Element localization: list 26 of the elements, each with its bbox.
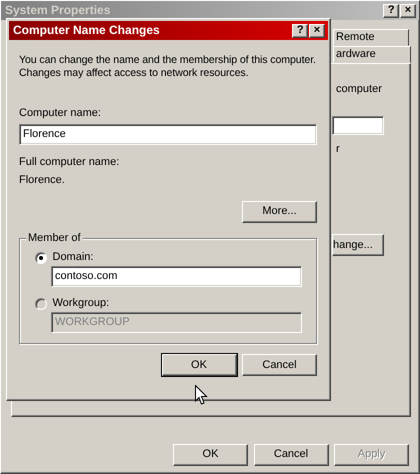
radio-label: Workgroup:: [52, 297, 110, 310]
help-button[interactable]: ?: [383, 4, 400, 18]
description-text: You can change the name and the membership of this computer. Changes may affect access to network resources.: [19, 54, 317, 80]
computer-name-field[interactable]: Florence: [19, 124, 317, 145]
more-button[interactable]: More...: [242, 200, 317, 223]
close-button[interactable]: ×: [400, 4, 416, 18]
cancel-button[interactable]: Cancel: [242, 354, 317, 376]
cancel-button[interactable]: Cancel: [254, 444, 328, 466]
ok-button[interactable]: OK: [173, 444, 248, 466]
label-text: computer: [336, 83, 382, 96]
close-button[interactable]: ×: [309, 24, 325, 38]
help-button[interactable]: ?: [292, 24, 308, 38]
window-title: System Properties: [5, 3, 110, 18]
label-text: r: [336, 143, 340, 156]
text-field[interactable]: [332, 116, 384, 136]
text-field[interactable]: contoso.com: [51, 266, 302, 288]
full-name-text: Florence.: [19, 174, 66, 187]
radio-button[interactable]: [35, 252, 47, 264]
change-button[interactable]: hange...: [332, 234, 384, 256]
field-label: Computer name:: [19, 107, 102, 121]
tab[interactable]: ardware: [333, 46, 411, 63]
field-label: Full computer name:: [19, 156, 120, 169]
window-title: Computer Name Changes: [13, 23, 160, 38]
tab[interactable]: Remote: [333, 29, 409, 46]
ok-button[interactable]: OK: [162, 354, 236, 376]
radio-label: Domain:: [52, 250, 94, 264]
